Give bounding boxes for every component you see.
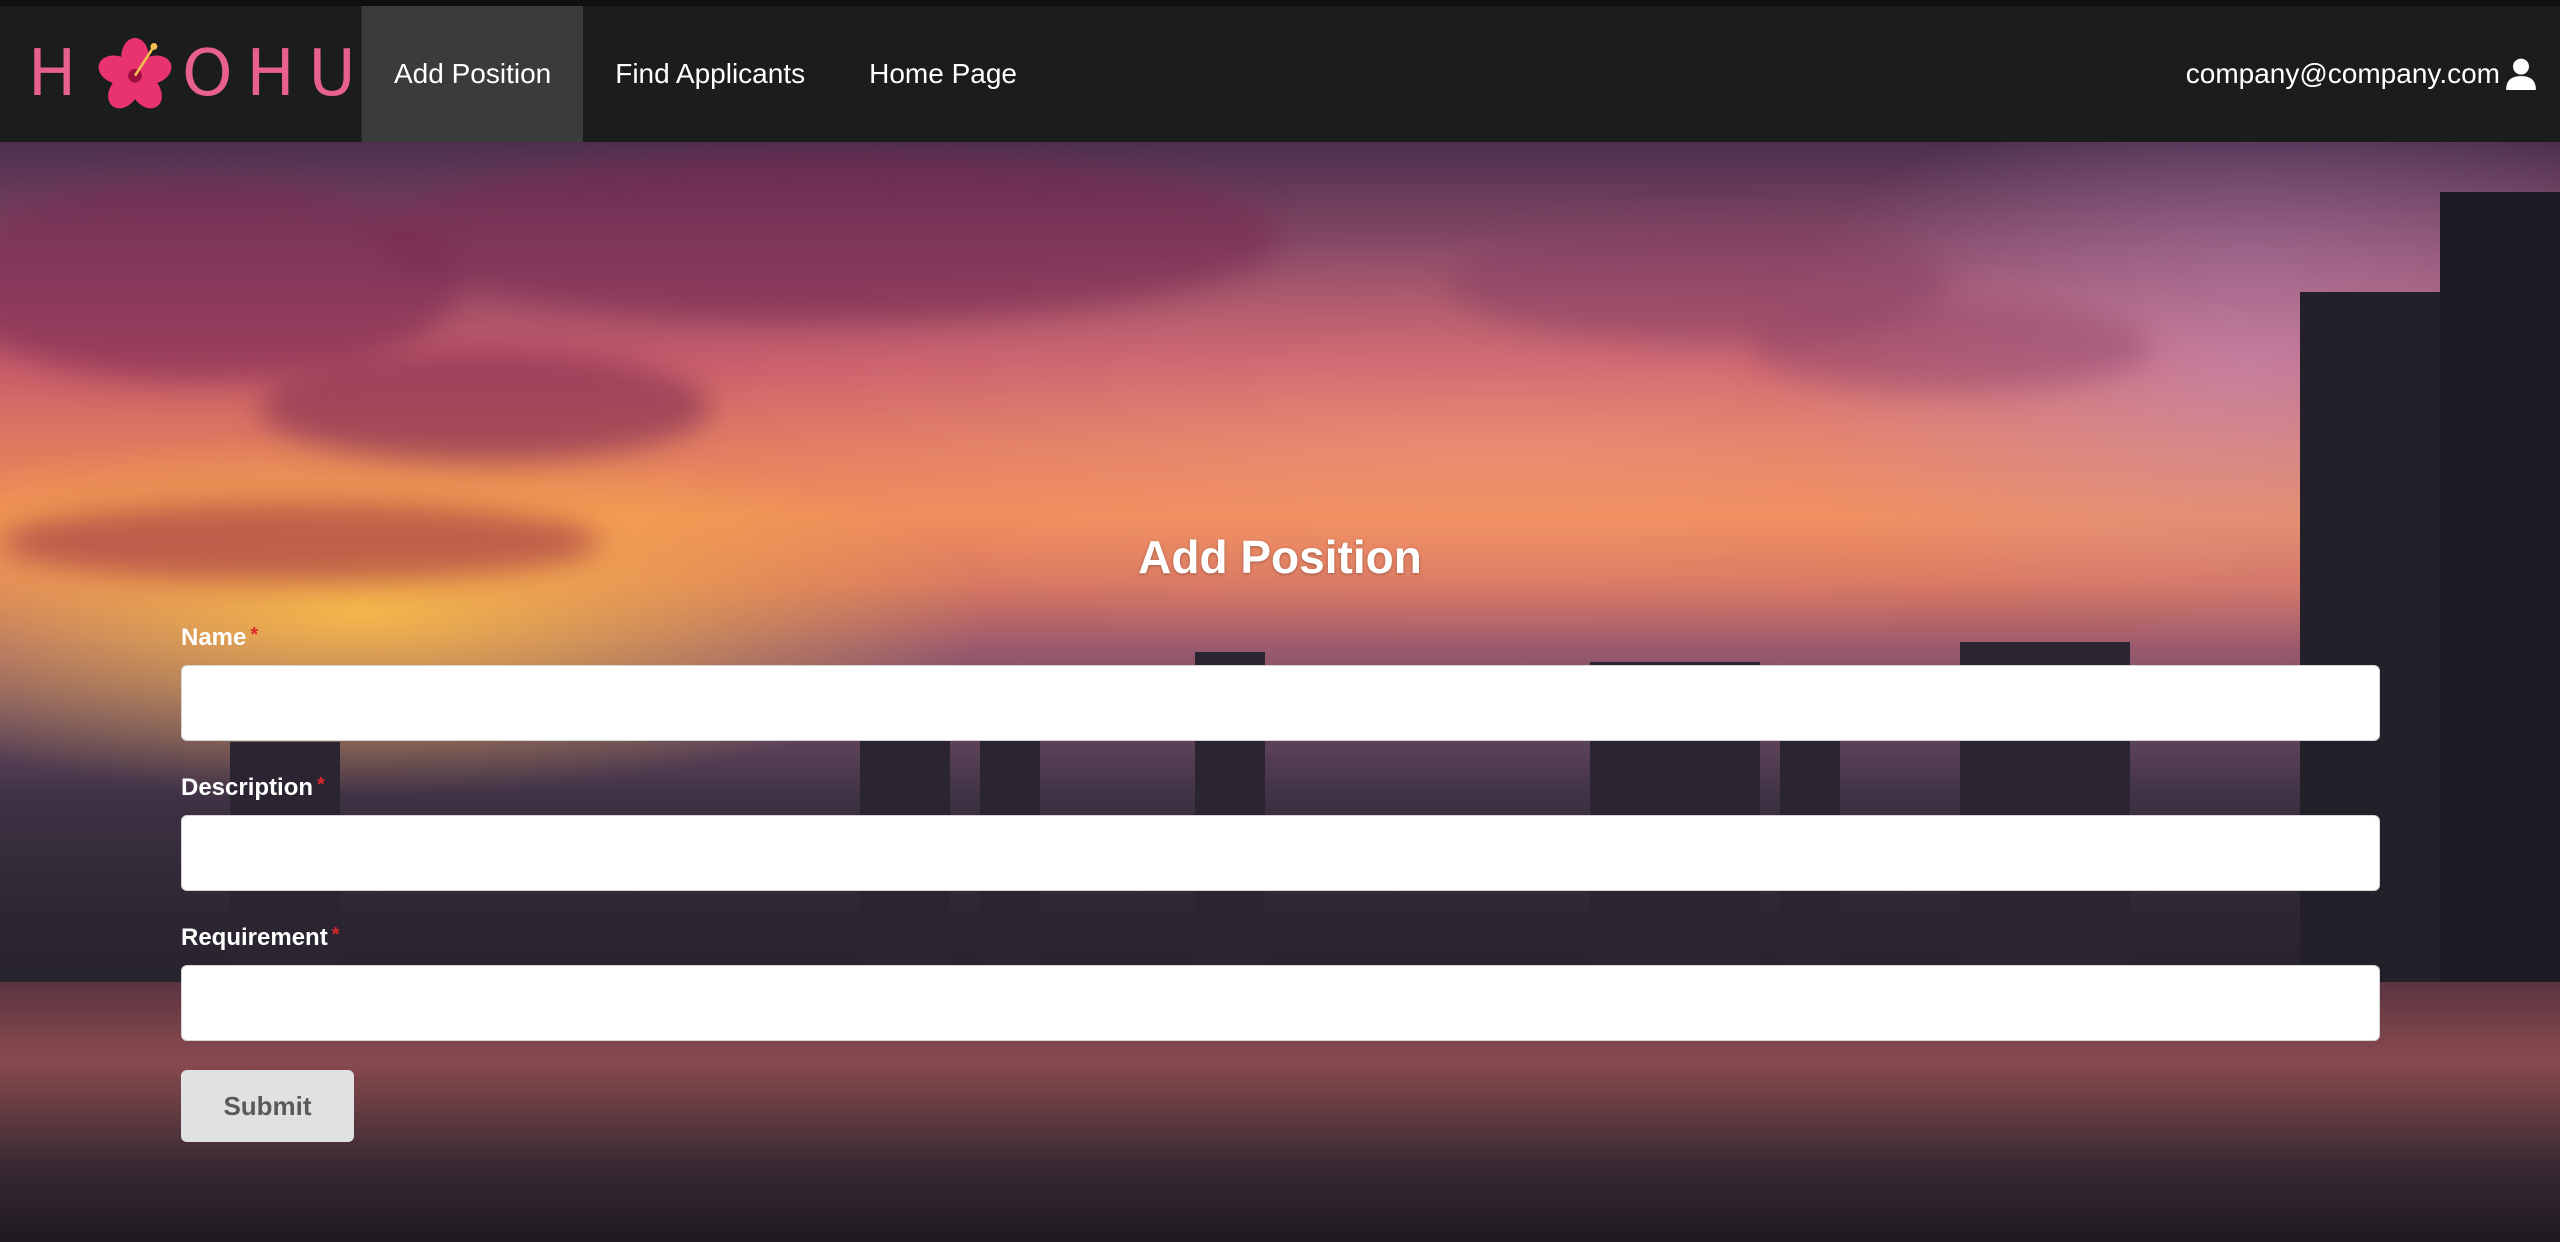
- logo-letter-h: H: [28, 37, 91, 111]
- required-asterisk: *: [317, 774, 325, 796]
- nav-item-label: Add Position: [394, 58, 552, 89]
- requirement-input[interactable]: [181, 965, 2380, 1041]
- submit-button[interactable]: Submit: [181, 1070, 354, 1142]
- nav-item-label: Find Applicants: [615, 58, 806, 89]
- description-input[interactable]: [181, 815, 2380, 891]
- name-label: Name *: [181, 624, 259, 651]
- required-asterisk: *: [250, 624, 259, 646]
- cloud: [260, 352, 710, 462]
- cloud: [1750, 302, 2150, 392]
- page-title: Add Position: [1138, 531, 1422, 583]
- brand-logo[interactable]: H OHUI: [0, 6, 388, 142]
- user-menu[interactable]: company@company.com: [2186, 6, 2560, 142]
- cloud: [380, 152, 1280, 322]
- nav-item-add-position[interactable]: Add Position: [362, 6, 584, 142]
- logo-wordmark: H OHUI: [28, 31, 402, 117]
- nav-item-label: Home Page: [869, 58, 1017, 89]
- user-icon: [2506, 58, 2536, 90]
- nav-item-find-applicants[interactable]: Find Applicants: [583, 6, 837, 142]
- hibiscus-flower-icon: [98, 37, 172, 109]
- name-input[interactable]: [181, 665, 2380, 741]
- description-label: Description *: [181, 774, 325, 801]
- building: [2440, 192, 2560, 1012]
- user-email: company@company.com: [2185, 58, 2500, 89]
- required-asterisk: *: [331, 924, 340, 946]
- requirement-label: Requirement *: [181, 924, 340, 951]
- top-navbar: H OHUI Add Position Find Applicants Home…: [0, 0, 2560, 142]
- nav-item-home-page[interactable]: Home Page: [837, 6, 1049, 142]
- building: [2300, 292, 2450, 1012]
